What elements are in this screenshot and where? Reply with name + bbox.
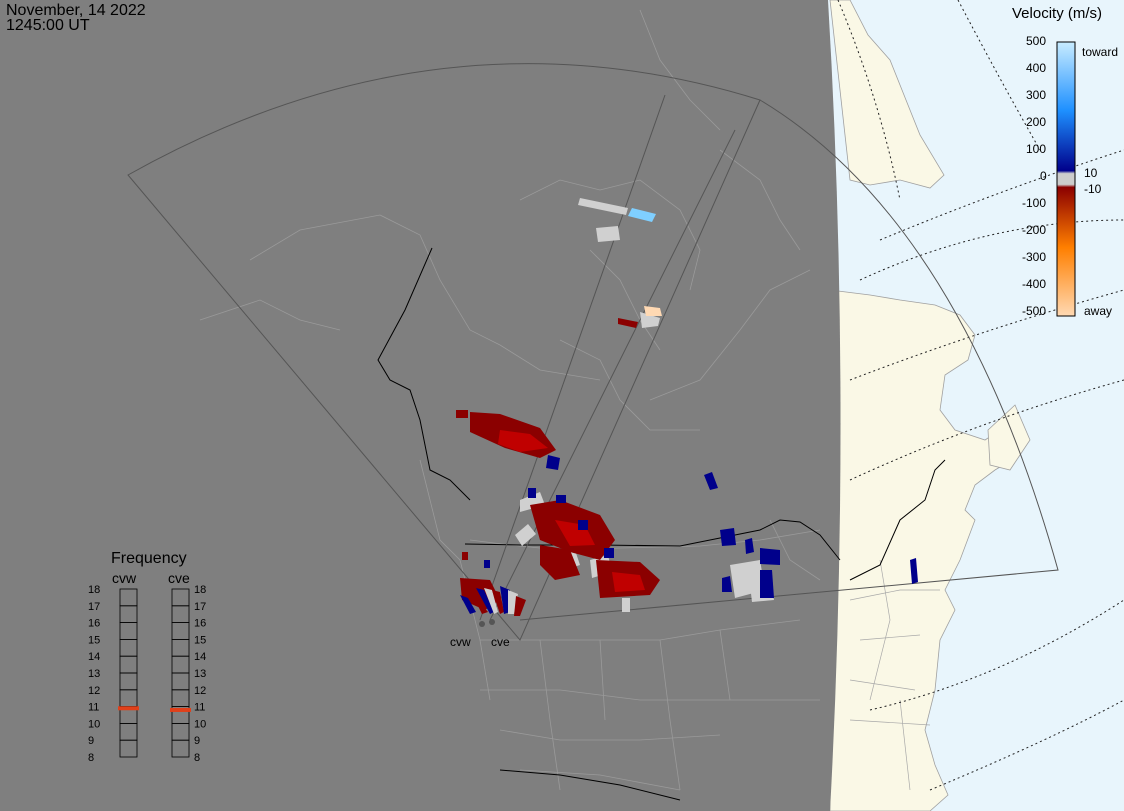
frequency-tick-label: 14 <box>88 651 100 663</box>
velocity-colorbar <box>1056 41 1076 317</box>
velocity-tick-small: 10 <box>1084 166 1098 180</box>
frequency-gauge-cvw: 18 17 16 15 14 13 12 11 10 9 8 <box>88 585 139 764</box>
frequency-tick-label: 11 <box>194 702 205 714</box>
frequency-tick-label: 17 <box>194 601 206 613</box>
frequency-gauges: 18 17 16 15 14 13 12 11 10 9 8 18 17 16 15 14 13 12 11 10 9 8 <box>88 585 206 764</box>
velocity-tick: -300 <box>1022 250 1047 264</box>
radar-site-cve <box>489 619 495 625</box>
frequency-cell <box>119 672 138 691</box>
plot-time: 1245:00 UT <box>6 17 90 34</box>
frequency-tick-label: 13 <box>194 668 206 680</box>
radar-plot: November, 14 2022 1245:00 UT Velocity (m… <box>0 0 1124 811</box>
frequency-tick-label: 13 <box>88 668 100 680</box>
frequency-cell <box>171 722 190 741</box>
velocity-tick: -100 <box>1022 196 1047 210</box>
site-label-cvw: cvw <box>450 635 471 649</box>
frequency-tick-label: 16 <box>194 618 206 630</box>
frequency-tick-label: 15 <box>88 634 100 646</box>
frequency-cell <box>119 655 138 674</box>
frequency-cell <box>119 722 138 741</box>
velocity-tick: -500 <box>1022 304 1047 318</box>
frequency-tick-label: 17 <box>88 601 100 613</box>
frequency-tick-label: 15 <box>194 634 206 646</box>
frequency-tick-label: 11 <box>88 702 99 714</box>
frequency-cell <box>119 605 138 623</box>
frequency-tick-label: 8 <box>194 752 200 764</box>
frequency-tick-label: 16 <box>88 618 100 630</box>
frequency-cell <box>119 739 138 758</box>
frequency-tick-label: 12 <box>88 685 100 697</box>
velocity-tick: -200 <box>1022 223 1047 237</box>
frequency-cell <box>171 672 190 691</box>
frequency-cell <box>119 689 138 708</box>
frequency-tick-label: 14 <box>194 651 206 663</box>
velocity-tick: 300 <box>1026 88 1047 102</box>
velocity-tick: 100 <box>1026 142 1047 156</box>
frequency-label-cve: cve <box>168 570 190 586</box>
velocity-tick: 500 <box>1026 34 1047 48</box>
radar-site-cvw <box>479 621 485 627</box>
velocity-tick-small: -10 <box>1084 182 1102 196</box>
frequency-cell <box>171 588 190 607</box>
velocity-tick: 400 <box>1026 61 1047 75</box>
frequency-cell <box>171 639 190 657</box>
velocity-label-toward: toward <box>1082 45 1119 59</box>
frequency-title: Frequency <box>111 550 187 567</box>
frequency-cell <box>119 622 138 640</box>
velocity-scale-title: Velocity (m/s) <box>1012 5 1103 22</box>
frequency-tick-label: 10 <box>194 718 206 730</box>
velocity-label-away: away <box>1084 304 1113 318</box>
velocity-tick: -400 <box>1022 277 1047 291</box>
velocity-tick: 200 <box>1026 115 1047 129</box>
frequency-cell <box>171 689 190 708</box>
frequency-cell <box>119 639 138 657</box>
velocity-tick: 0 <box>1040 169 1047 183</box>
frequency-cell <box>171 655 190 674</box>
frequency-label-cvw: cvw <box>112 570 137 586</box>
velocity-colorbar-fill <box>1056 41 1076 317</box>
frequency-tick-label: 8 <box>88 752 94 764</box>
frequency-marker-cve <box>170 707 191 712</box>
site-label-cve: cve <box>491 635 510 649</box>
frequency-cell <box>171 605 190 623</box>
frequency-tick-label: 12 <box>194 685 206 697</box>
frequency-cell <box>171 622 190 640</box>
frequency-tick-label: 10 <box>88 718 100 730</box>
frequency-tick-label: 18 <box>194 585 206 596</box>
frequency-gauge-cve: 18 17 16 15 14 13 12 11 10 9 8 <box>170 585 206 764</box>
frequency-marker-cvw <box>118 706 139 711</box>
frequency-tick-label: 18 <box>88 585 100 596</box>
frequency-cell <box>171 739 190 758</box>
frequency-tick-label: 9 <box>88 735 94 747</box>
frequency-cell <box>119 588 138 607</box>
frequency-tick-label: 9 <box>194 735 200 747</box>
